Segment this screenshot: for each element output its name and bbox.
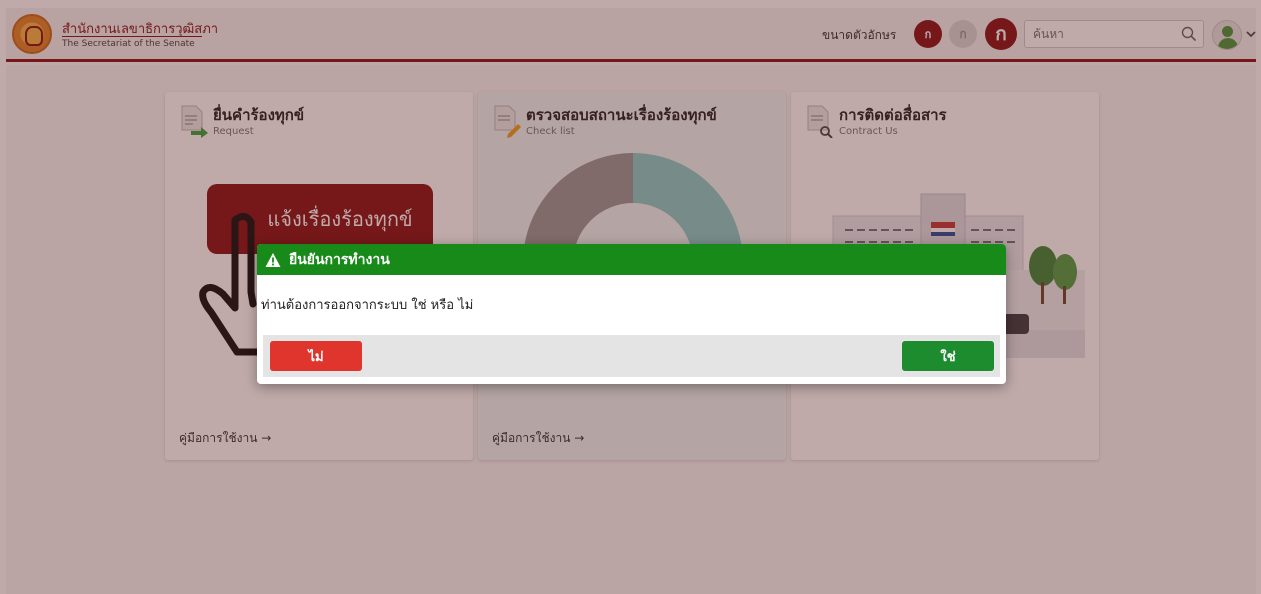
logout-confirm-dialog: ยืนยันการทำงาน ท่านต้องการออกจากระบบ ใช่… — [257, 244, 1006, 384]
dialog-title: ยืนยันการทำงาน — [289, 251, 390, 268]
confirm-button[interactable]: ใช่ — [902, 341, 994, 371]
dialog-header: ยืนยันการทำงาน — [257, 244, 1006, 275]
dialog-footer: ไม่ ใช่ — [263, 335, 1000, 377]
dialog-message: ท่านต้องการออกจากระบบ ใช่ หรือ ไม่ — [261, 297, 474, 313]
cancel-button[interactable]: ไม่ — [270, 341, 362, 371]
warning-icon — [265, 252, 281, 267]
